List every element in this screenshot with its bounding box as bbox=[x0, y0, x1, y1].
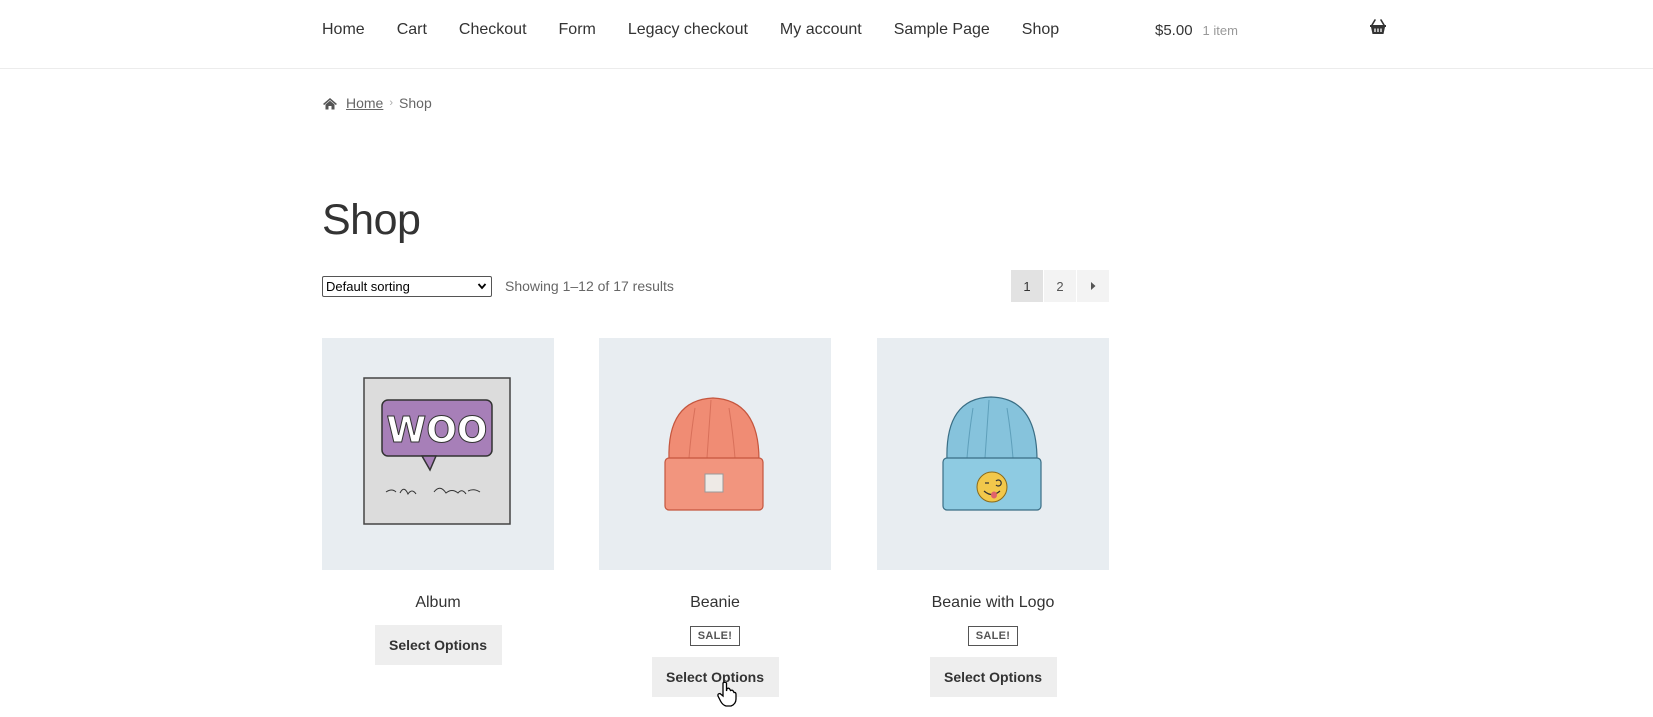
breadcrumb-separator: › bbox=[389, 97, 394, 109]
select-options-button[interactable]: Select Options bbox=[651, 657, 779, 697]
nav-sample-page[interactable]: Sample Page bbox=[894, 21, 990, 39]
breadcrumb-home-link[interactable]: Home bbox=[346, 95, 383, 111]
home-icon bbox=[322, 97, 338, 110]
product-image[interactable]: WOO bbox=[322, 338, 554, 570]
basket-icon[interactable] bbox=[1369, 19, 1387, 40]
result-count: Showing 1–12 of 17 results bbox=[505, 278, 674, 294]
product-name[interactable]: Beanie with Logo bbox=[877, 594, 1109, 614]
product-card: Beanie SALE! Select Options bbox=[599, 338, 831, 697]
pagination: 1 2 bbox=[1010, 270, 1109, 302]
page-1[interactable]: 1 bbox=[1011, 270, 1043, 302]
nav-legacy-checkout[interactable]: Legacy checkout bbox=[628, 21, 748, 39]
primary-nav: Home Cart Checkout Form Legacy checkout … bbox=[322, 0, 1091, 60]
product-image[interactable] bbox=[599, 338, 831, 570]
breadcrumb: Home › Shop bbox=[322, 93, 432, 113]
shop-toolbar: Default sorting Showing 1–12 of 17 resul… bbox=[322, 270, 1109, 302]
product-image[interactable] bbox=[877, 338, 1109, 570]
sale-badge: SALE! bbox=[689, 626, 741, 646]
svg-text:WOO: WOO bbox=[387, 410, 488, 451]
product-card: WOO Album Select Options bbox=[322, 338, 554, 665]
caret-right-icon bbox=[1089, 279, 1097, 294]
product-card: Beanie with Logo SALE! Select Options bbox=[877, 338, 1109, 697]
woo-album-image: WOO bbox=[363, 377, 511, 525]
sort-selected-value: Default sorting bbox=[326, 279, 410, 294]
page-title: Shop bbox=[322, 196, 421, 244]
nav-my-account[interactable]: My account bbox=[780, 21, 862, 39]
sale-badge: SALE! bbox=[967, 626, 1019, 646]
nav-home[interactable]: Home bbox=[322, 21, 365, 39]
nav-form[interactable]: Form bbox=[559, 21, 596, 39]
blue-beanie-logo-image bbox=[942, 396, 1042, 511]
select-options-button[interactable]: Select Options bbox=[929, 657, 1057, 697]
select-options-button[interactable]: Select Options bbox=[374, 625, 502, 665]
cart-amount[interactable]: $5.00 bbox=[1155, 22, 1193, 39]
page-2[interactable]: 2 bbox=[1044, 270, 1076, 302]
nav-cart[interactable]: Cart bbox=[397, 21, 427, 39]
next-page-button[interactable] bbox=[1077, 270, 1109, 302]
product-name[interactable]: Album bbox=[322, 594, 554, 614]
chevron-down-icon bbox=[477, 280, 487, 295]
header-cart[interactable]: $5.00 1 item bbox=[1155, 0, 1387, 60]
breadcrumb-current: Shop bbox=[399, 95, 432, 111]
nav-shop[interactable]: Shop bbox=[1022, 21, 1059, 39]
cart-count[interactable]: 1 item bbox=[1203, 23, 1238, 38]
orange-beanie-image bbox=[664, 397, 764, 511]
nav-checkout[interactable]: Checkout bbox=[459, 21, 527, 39]
sort-select[interactable]: Default sorting bbox=[322, 276, 492, 297]
product-name[interactable]: Beanie bbox=[599, 594, 831, 614]
hand-cursor-icon bbox=[717, 681, 737, 712]
site-header: Home Cart Checkout Form Legacy checkout … bbox=[0, 0, 1653, 69]
